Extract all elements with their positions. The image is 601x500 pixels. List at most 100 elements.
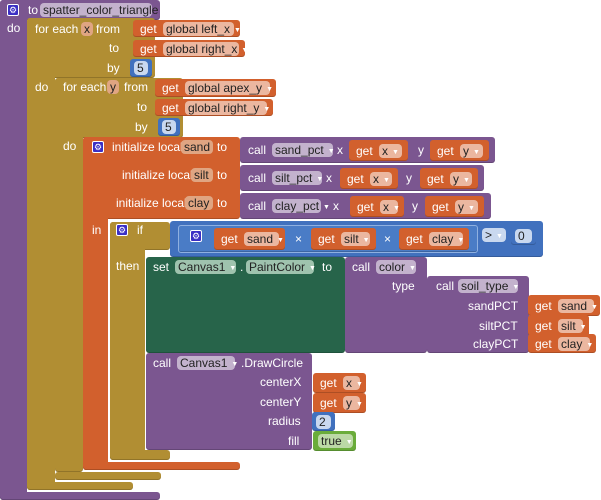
dropdown-arrow-icon[interactable]: ▼ — [473, 149, 480, 156]
mutator-gear-icon[interactable]: ⚙ — [190, 230, 202, 242]
initialize-local-bottom[interactable] — [83, 462, 240, 470]
procedure-dropdown[interactable]: sand_pct ▼ — [272, 143, 335, 157]
variable-dropdown[interactable]: sand ▼ — [558, 298, 598, 313]
component-dropdown[interactable]: Canvas1 ▼ — [175, 260, 236, 274]
to-label: to — [322, 260, 333, 274]
dropdown-arrow-icon[interactable]: ▼ — [316, 176, 323, 183]
dropdown-arrow-icon[interactable]: ▼ — [383, 177, 390, 184]
times-label: × — [295, 232, 303, 246]
loop-var-y-field[interactable]: y — [107, 80, 119, 94]
get-label: get — [318, 232, 335, 246]
mutator-gear-icon[interactable]: ⚙ — [7, 4, 19, 16]
dropdown-arrow-icon[interactable]: ▼ — [229, 265, 236, 272]
dropdown-arrow-icon[interactable]: ▼ — [323, 204, 330, 211]
dropdown-arrow-icon[interactable]: ▼ — [266, 86, 273, 93]
for-each-y-body[interactable] — [55, 78, 83, 472]
variable-dropdown[interactable]: silt ▼ — [558, 318, 587, 333]
boolean-dropdown[interactable]: true ▼ — [318, 434, 353, 448]
dropdown-arrow-icon[interactable]: ▼ — [346, 439, 353, 446]
procedure-bottom[interactable] — [0, 492, 160, 500]
variable-dropdown[interactable]: x ▼ — [370, 171, 392, 186]
variable-dropdown[interactable]: global right_y ▼ — [185, 100, 270, 115]
procedure-body[interactable] — [0, 0, 27, 500]
variable-dropdown[interactable]: silt ▼ — [341, 232, 370, 246]
variable-dropdown-text: x — [382, 143, 388, 158]
variable-dropdown[interactable]: y ▼ — [450, 171, 472, 186]
dropdown-arrow-icon[interactable]: ▼ — [586, 342, 593, 349]
variable-dropdown[interactable]: global right_x ▼ — [163, 41, 248, 56]
variable-dropdown[interactable]: clay ▼ — [429, 232, 464, 246]
variable-dropdown-text: global apex_y — [188, 81, 263, 95]
dropdown-arrow-icon[interactable]: ▼ — [468, 205, 475, 212]
procedure-dropdown[interactable]: clay_pct ▼ — [272, 199, 330, 213]
from-label: from — [96, 22, 120, 36]
dropdown-arrow-icon[interactable]: ▼ — [231, 361, 238, 368]
get-label: get — [221, 232, 238, 246]
procedure-name-field[interactable]: spatter_color_triangle — [40, 3, 158, 17]
variable-dropdown[interactable]: sand ▼ — [244, 232, 284, 246]
dropdown-arrow-icon[interactable]: ▼ — [234, 27, 241, 34]
variable-dropdown-text: y — [463, 143, 469, 158]
procedure-dropdown[interactable]: soil_type ▼ — [458, 279, 519, 293]
property-dropdown[interactable]: PaintColor ▼ — [246, 260, 316, 274]
dropdown-arrow-icon[interactable]: ▼ — [409, 265, 416, 272]
call-label: call — [248, 143, 267, 157]
dropdown-arrow-icon[interactable]: ▼ — [496, 233, 503, 240]
number-field[interactable]: 0 — [515, 228, 532, 243]
loop-var-x-field[interactable]: x — [81, 22, 93, 36]
in-label: in — [92, 223, 102, 237]
compare-operator-dropdown[interactable]: > ▼ — [482, 228, 506, 242]
procedure-dropdown[interactable]: silt_pct ▼ — [272, 171, 323, 185]
dropdown-arrow-icon[interactable]: ▼ — [591, 304, 598, 311]
dropdown-arrow-icon[interactable]: ▼ — [356, 401, 363, 408]
dropdown-arrow-icon[interactable]: ▼ — [263, 106, 270, 113]
dropdown-arrow-icon[interactable]: ▼ — [512, 284, 519, 291]
blocks-workspace[interactable]: ⚙ to spatter_color_triangle do for each x from… — [0, 0, 601, 500]
dropdown-arrow-icon[interactable]: ▼ — [241, 47, 248, 54]
dropdown-arrow-icon[interactable]: ▼ — [328, 148, 335, 155]
dropdown-arrow-icon[interactable]: ▼ — [457, 237, 464, 244]
variable-dropdown[interactable]: x ▼ — [343, 376, 363, 390]
to-label: to — [109, 41, 120, 55]
initialize-local-label: initialize local — [116, 196, 187, 210]
if-body[interactable] — [110, 222, 145, 460]
component-dropdown[interactable]: Canvas1 ▼ — [177, 356, 238, 370]
dropdown-arrow-icon[interactable]: ▼ — [393, 205, 400, 212]
method-label: .DrawCircle — [241, 356, 304, 370]
number-field[interactable]: 5 — [134, 61, 148, 75]
procedure-dropdown[interactable]: color ▼ — [376, 260, 416, 274]
get-label: get — [356, 143, 373, 158]
local-name-field[interactable]: silt — [191, 168, 213, 182]
variable-dropdown-text: sand — [561, 298, 588, 313]
for-each-x-bottom[interactable] — [27, 482, 133, 490]
dropdown-arrow-icon[interactable]: ▼ — [309, 265, 316, 272]
dropdown-arrow-icon[interactable]: ▼ — [356, 381, 363, 388]
local-name-field[interactable]: clay — [185, 196, 213, 210]
variable-dropdown[interactable]: global left_x ▼ — [163, 21, 241, 36]
variable-dropdown[interactable]: y ▼ — [455, 199, 478, 214]
dropdown-arrow-icon[interactable]: ▼ — [392, 149, 399, 156]
dropdown-arrow-icon[interactable]: ▼ — [463, 177, 470, 184]
arg-y-label: y — [412, 199, 418, 213]
number-field[interactable]: 2 — [316, 414, 331, 429]
local-name-field[interactable]: sand — [181, 140, 213, 154]
dropdown-arrow-icon[interactable]: ▼ — [277, 237, 284, 244]
variable-dropdown[interactable]: clay ▼ — [558, 336, 593, 351]
mutator-gear-icon[interactable]: ⚙ — [116, 224, 128, 236]
for-each-label: for each — [35, 22, 79, 36]
initialize-local-label: initialize local — [112, 140, 183, 154]
get-label: get — [427, 171, 444, 186]
variable-dropdown[interactable]: x ▼ — [380, 199, 400, 214]
variable-dropdown[interactable]: y ▼ — [460, 143, 483, 158]
dropdown-arrow-icon[interactable]: ▼ — [363, 237, 370, 244]
call-label: call — [248, 199, 267, 213]
initialize-local-body[interactable] — [83, 137, 108, 470]
dropdown-arrow-icon[interactable]: ▼ — [580, 324, 587, 331]
number-field[interactable]: 5 — [162, 120, 176, 134]
mutator-gear-icon[interactable]: ⚙ — [92, 141, 104, 153]
variable-dropdown[interactable]: x ▼ — [379, 143, 402, 158]
variable-dropdown[interactable]: y ▼ — [343, 396, 363, 410]
if-bottom[interactable] — [110, 450, 170, 460]
variable-dropdown[interactable]: global apex_y ▼ — [185, 81, 273, 95]
for-each-y-bottom[interactable] — [55, 472, 161, 480]
